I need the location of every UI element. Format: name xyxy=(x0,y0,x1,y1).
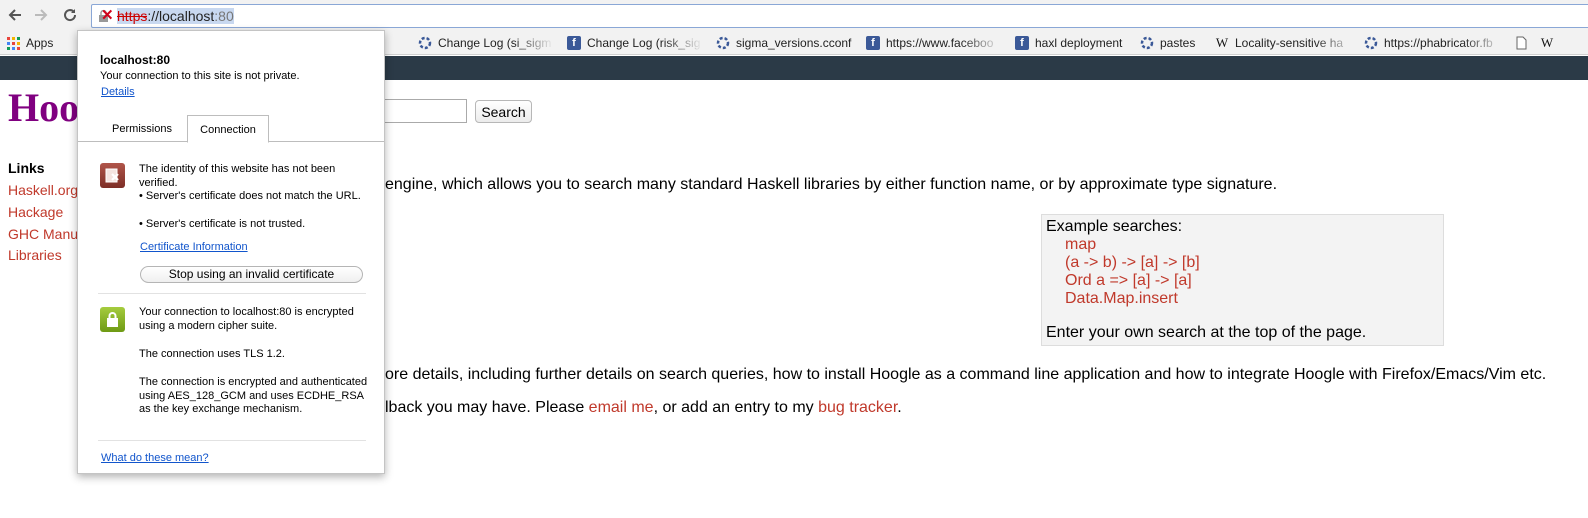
popup-separator xyxy=(98,440,366,441)
bookmark-item-6[interactable]: f https://www.faceboo xyxy=(866,35,1002,51)
hoogle-logo[interactable]: Hoo xyxy=(8,86,79,130)
bookmark-item-3[interactable]: Change Log (si_sigm xyxy=(418,35,554,51)
bookmark-item-12[interactable]: W xyxy=(1540,35,1580,51)
feedback-mid: , or add an entry to my xyxy=(653,399,819,416)
bookmark-label: https://www.faceboo xyxy=(886,36,994,50)
feedback-post: . xyxy=(897,399,902,416)
intro-text: engine, which allows you to search many … xyxy=(385,176,1278,193)
forward-arrow-icon xyxy=(35,9,48,21)
links-heading: Links xyxy=(8,160,45,176)
email-me-link[interactable]: email me xyxy=(589,399,654,416)
reload-button[interactable] xyxy=(60,5,80,25)
phabricator-icon xyxy=(1364,36,1378,50)
link-haskell-org[interactable]: Haskell.org xyxy=(8,182,78,198)
apps-grid-icon xyxy=(6,36,20,50)
bug-tracker-link[interactable]: bug tracker xyxy=(818,399,897,416)
more-details-text: ore details, including further details o… xyxy=(385,366,1547,383)
bookmark-label: haxl deployment xyxy=(1035,36,1123,50)
bookmark-item-10[interactable]: https://phabricator.fb xyxy=(1364,35,1504,51)
certificate-information-link[interactable]: Certificate Information xyxy=(140,241,248,253)
facebook-icon: f xyxy=(1015,36,1029,50)
wikipedia-icon: W xyxy=(1540,35,1554,50)
bookmark-label: Change Log (risk_sig xyxy=(587,36,701,50)
certificate-error-icon xyxy=(100,163,125,188)
phabricator-icon xyxy=(418,36,432,50)
bookmark-label: sigma_versions.cconf xyxy=(736,36,852,50)
link-libraries[interactable]: Libraries xyxy=(8,247,62,263)
browser-toolbar: ✕ https://localhost:80 xyxy=(0,0,1588,31)
phabricator-icon xyxy=(716,36,730,50)
bookmark-item-11[interactable] xyxy=(1514,35,1532,51)
security-error-x-icon: ✕ xyxy=(101,7,114,24)
page-icon xyxy=(1514,36,1528,50)
popup-title: localhost:80 xyxy=(100,53,171,67)
example-link-data-map-insert[interactable]: Data.Map.insert xyxy=(1065,290,1178,308)
example-searches-box: Example searches: map (a -> b) -> [a] ->… xyxy=(1041,214,1444,346)
url-text[interactable]: https://localhost:80 xyxy=(117,8,234,24)
bookmark-label: https://phabricator.fb xyxy=(1384,36,1493,50)
link-ghc-manual[interactable]: GHC Manua xyxy=(8,226,86,242)
bookmark-label: Locality-sensitive ha xyxy=(1235,36,1344,50)
examples-heading: Example searches: xyxy=(1046,218,1183,235)
identity-text: The identity of this website has not bee… xyxy=(139,163,336,189)
link-hackage[interactable]: Hackage xyxy=(8,204,63,220)
wikipedia-icon: W xyxy=(1215,35,1229,50)
examples-footer: Enter your own search at the top of the … xyxy=(1046,324,1367,341)
url-host: ://localhost xyxy=(147,8,215,24)
reload-icon xyxy=(64,9,77,22)
what-do-these-mean-link[interactable]: What do these mean? xyxy=(101,452,209,464)
feedback-text: lback you may have. Please email me, or … xyxy=(385,398,902,418)
search-input[interactable] xyxy=(383,99,467,123)
facebook-icon: f xyxy=(567,36,581,50)
site-info-popup: localhost:80 Your connection to this sit… xyxy=(77,30,385,474)
example-link-map-signature[interactable]: (a -> b) -> [a] -> [b] xyxy=(1065,254,1200,272)
bookmark-item-8[interactable]: pastes xyxy=(1140,35,1204,51)
popup-subtitle: Your connection to this site is not priv… xyxy=(100,70,300,82)
details-link[interactable]: Details xyxy=(101,86,135,98)
tls-text: The connection uses TLS 1.2. xyxy=(139,348,285,360)
facebook-icon: f xyxy=(866,36,880,50)
example-link-ord[interactable]: Ord a => [a] -> [a] xyxy=(1065,272,1192,290)
address-bar[interactable]: ✕ https://localhost:80 xyxy=(91,4,1588,28)
back-arrow-icon xyxy=(8,9,21,21)
bookmark-label: Apps xyxy=(26,36,54,50)
url-scheme: https xyxy=(117,8,148,24)
tab-permissions[interactable]: Permissions xyxy=(100,115,184,142)
cert-mismatch-text: • Server's certificate does not match th… xyxy=(139,190,361,202)
bookmark-label: pastes xyxy=(1160,36,1196,50)
tab-connection[interactable]: Connection xyxy=(187,115,269,143)
bookmark-label: Change Log (si_sigm xyxy=(438,36,552,50)
bookmark-item-4[interactable]: f Change Log (risk_sig xyxy=(567,35,703,51)
cipher-text: The connection is encrypted and authenti… xyxy=(139,376,368,415)
encryption-text: Your connection to localhost:80 is encry… xyxy=(139,306,354,332)
cert-untrusted-text: • Server's certificate is not trusted. xyxy=(139,218,306,230)
bookmark-item-5[interactable]: sigma_versions.cconf xyxy=(716,35,856,51)
feedback-pre: lback you may have. Please xyxy=(385,399,589,416)
search-button[interactable]: Search xyxy=(475,100,532,123)
url-port: :80 xyxy=(214,8,234,24)
lock-icon xyxy=(100,307,125,332)
bookmark-item-9[interactable]: W Locality-sensitive ha xyxy=(1215,35,1357,51)
stop-invalid-certificate-button[interactable]: Stop using an invalid certificate xyxy=(140,266,363,283)
bookmark-item-7[interactable]: f haxl deployment xyxy=(1015,35,1130,51)
bookmark-apps[interactable]: Apps xyxy=(6,35,66,51)
popup-separator xyxy=(98,293,366,294)
example-link-map[interactable]: map xyxy=(1065,236,1096,254)
back-button[interactable] xyxy=(5,5,25,25)
forward-button[interactable] xyxy=(31,5,51,25)
phabricator-icon xyxy=(1140,36,1154,50)
